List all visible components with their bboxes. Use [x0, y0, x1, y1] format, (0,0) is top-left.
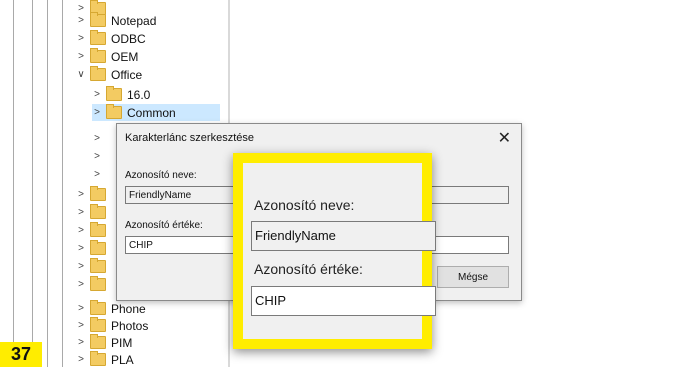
tree-guide-line: [62, 0, 63, 367]
tree-item-hidden[interactable]: >: [76, 222, 111, 239]
chevron-right-icon[interactable]: >: [76, 279, 86, 290]
folder-icon: [90, 66, 106, 81]
tree-item-label: Common: [127, 105, 176, 120]
folder-icon: [90, 222, 106, 237]
zoom-value-label: Azonosító értéke:: [254, 261, 363, 277]
value-name-label: Azonosító neve:: [125, 170, 197, 181]
tree-item-hidden[interactable]: >: [76, 186, 111, 203]
tree-item-hidden[interactable]: >: [92, 166, 106, 183]
chevron-right-icon[interactable]: >: [76, 337, 86, 348]
folder-icon: [90, 276, 106, 291]
chevron-right-icon[interactable]: >: [92, 89, 102, 100]
chevron-right-icon[interactable]: >: [92, 151, 102, 162]
tree-item-label: Phone: [111, 301, 146, 316]
tree-guide-line: [32, 0, 33, 367]
chevron-right-icon[interactable]: >: [76, 261, 86, 272]
tree-item-label: Office: [111, 67, 143, 82]
tree-item-label: PLA: [111, 352, 134, 367]
chevron-right-icon[interactable]: >: [92, 133, 102, 144]
folder-icon: [90, 300, 106, 315]
chevron-right-icon[interactable]: >: [76, 189, 86, 200]
zoom-name-label: Azonosító neve:: [254, 197, 355, 213]
tree-item-phone[interactable]: > Phone: [76, 300, 146, 317]
chevron-right-icon[interactable]: >: [76, 320, 86, 331]
tree-item-label: 16.0: [127, 87, 151, 102]
chevron-right-icon[interactable]: >: [76, 207, 86, 218]
chevron-right-icon[interactable]: >: [76, 303, 86, 314]
tree-item-hidden[interactable]: >: [76, 258, 111, 275]
zoom-name-field: FriendlyName: [251, 221, 436, 251]
dialog-title: Karakterlánc szerkesztése: [125, 132, 254, 144]
tree-item-common[interactable]: > Common: [92, 104, 220, 121]
tree-item-hidden[interactable]: >: [76, 240, 111, 257]
folder-icon: [90, 48, 106, 63]
folder-icon: [90, 30, 106, 45]
folder-icon: [106, 104, 122, 119]
step-number-badge: 37: [0, 342, 42, 367]
tree-guide-line: [13, 0, 14, 367]
folder-icon: [90, 204, 106, 219]
tree-item-hidden[interactable]: >: [76, 204, 111, 221]
tree-item-pla[interactable]: > PLA: [76, 351, 134, 367]
tree-item-notepad[interactable]: > Notepad: [76, 12, 156, 29]
chevron-right-icon[interactable]: >: [76, 51, 86, 62]
tree-item-label: OEM: [111, 49, 139, 64]
tree-item-hidden[interactable]: >: [76, 276, 111, 293]
zoom-callout: Azonosító neve: FriendlyName Azonosító é…: [233, 153, 436, 349]
tree-item-pim[interactable]: > PIM: [76, 334, 132, 351]
close-icon[interactable]: ✕: [498, 128, 511, 148]
tree-item-oem[interactable]: > OEM: [76, 48, 138, 65]
folder-icon: [90, 351, 106, 366]
tree-item-odbc[interactable]: > ODBC: [76, 30, 146, 47]
tree-item-16-0[interactable]: > 16.0: [92, 86, 150, 103]
tree-item-label: PIM: [111, 335, 133, 350]
chevron-right-icon[interactable]: >: [76, 15, 86, 26]
folder-icon: [90, 258, 106, 273]
chevron-down-icon[interactable]: ∨: [76, 69, 86, 80]
tree-item-hidden[interactable]: >: [92, 130, 106, 147]
folder-icon: [90, 334, 106, 349]
chevron-right-icon[interactable]: >: [76, 354, 86, 365]
cancel-button[interactable]: Mégse: [437, 266, 509, 288]
folder-icon: [90, 240, 106, 255]
folder-icon: [90, 317, 106, 332]
chevron-right-icon[interactable]: >: [76, 33, 86, 44]
folder-icon: [90, 12, 106, 27]
chevron-right-icon[interactable]: >: [92, 107, 102, 118]
tree-guide-line: [47, 0, 48, 367]
tree-item-office[interactable]: ∨ Office: [76, 66, 142, 83]
chevron-right-icon[interactable]: >: [92, 169, 102, 180]
chevron-right-icon[interactable]: >: [76, 243, 86, 254]
folder-icon: [90, 186, 106, 201]
value-data-label: Azonosító értéke:: [125, 220, 203, 231]
chevron-right-icon[interactable]: >: [76, 225, 86, 236]
tree-item-label: Photos: [111, 318, 149, 333]
folder-icon: [106, 86, 122, 101]
tree-item-photos[interactable]: > Photos: [76, 317, 148, 334]
tree-item-hidden[interactable]: >: [92, 148, 106, 165]
tree-item-label: Notepad: [111, 13, 157, 28]
tree-item-label: ODBC: [111, 31, 146, 46]
zoom-value-field: CHIP: [251, 286, 436, 316]
